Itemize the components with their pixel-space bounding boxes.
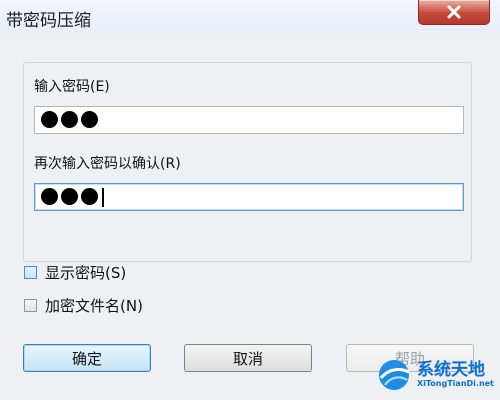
confirm-password-mask xyxy=(41,188,98,205)
confirm-password-input[interactable] xyxy=(34,183,464,211)
close-button[interactable] xyxy=(418,0,490,25)
encrypt-filenames-label: 加密文件名(N) xyxy=(45,297,143,315)
password-label: 输入密码(E) xyxy=(34,79,110,95)
password-input[interactable] xyxy=(34,106,464,134)
window-title: 带密码压缩 xyxy=(6,11,91,31)
title-bar: 带密码压缩 xyxy=(0,0,500,38)
watermark-cn: 系统天地 xyxy=(417,359,485,380)
dialog-body: 输入密码(E) 再次输入密码以确认(R) 显示密码(S) 加密文件名(N) 确定… xyxy=(0,38,500,400)
encrypt-filenames-box[interactable] xyxy=(24,299,37,312)
globe-logo-icon xyxy=(379,360,410,390)
close-icon xyxy=(447,5,461,19)
encrypt-filenames-checkbox[interactable]: 加密文件名(N) xyxy=(24,295,143,316)
cancel-button[interactable]: 取消 xyxy=(184,344,312,372)
text-caret xyxy=(102,188,104,207)
watermark: 系统天地 XiTongTianDi.net xyxy=(377,358,494,392)
show-password-box[interactable] xyxy=(24,266,37,279)
ok-button[interactable]: 确定 xyxy=(23,344,151,372)
show-password-checkbox[interactable]: 显示密码(S) xyxy=(24,262,126,283)
show-password-label: 显示密码(S) xyxy=(45,264,127,282)
confirm-password-label: 再次输入密码以确认(R) xyxy=(34,156,181,172)
password-group: 输入密码(E) 再次输入密码以确认(R) xyxy=(23,62,472,262)
password-mask xyxy=(41,111,98,128)
watermark-en: XiTongTianDi.net xyxy=(417,378,494,388)
